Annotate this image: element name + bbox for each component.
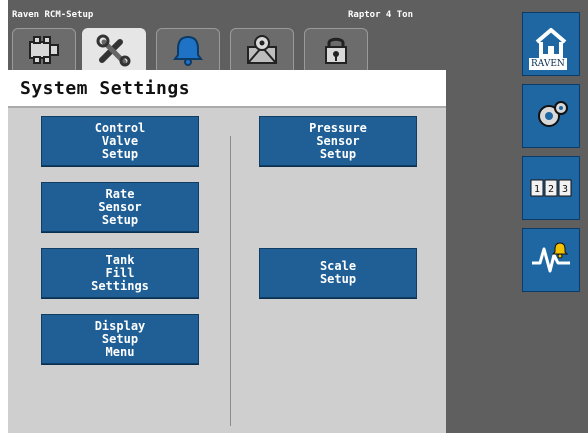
system-settings-panel: System Settings Control Valve Setup Rate… — [8, 70, 446, 433]
field-settings-icon — [247, 34, 277, 64]
lock-icon — [325, 37, 347, 64]
bell-icon — [173, 35, 203, 66]
machine-icon — [29, 35, 59, 64]
display-setup-menu-button[interactable]: Display Setup Menu — [41, 314, 199, 364]
home-button[interactable]: RAVEN — [522, 12, 580, 76]
keypad-button[interactable]: 1 2 3 — [522, 156, 580, 220]
tab-alarms[interactable] — [156, 28, 220, 70]
tank-fill-settings-button[interactable]: Tank Fill Settings — [41, 248, 199, 298]
control-valve-setup-button[interactable]: Control Valve Setup — [41, 116, 199, 166]
keypad-icon: 1 2 3 — [530, 179, 572, 197]
scale-setup-button[interactable]: Scale Setup — [259, 248, 417, 298]
device-screen: Raven RCM-Setup Raptor 4 Ton System Sett… — [0, 0, 588, 433]
app-title: Raven RCM-Setup — [12, 10, 94, 20]
settings-button[interactable] — [522, 84, 580, 148]
pressure-sensor-setup-button[interactable]: Pressure Sensor Setup — [259, 116, 417, 166]
alert-diagnostics-icon — [532, 242, 570, 273]
tools-icon — [96, 34, 131, 66]
page-header: System Settings — [8, 70, 446, 108]
machine-title: Raptor 4 Ton — [348, 10, 414, 20]
raven-logo: RAVEN — [529, 58, 567, 70]
tab-calibration[interactable] — [230, 28, 294, 70]
gear-icon — [538, 101, 568, 127]
svg-text:1: 1 — [534, 184, 540, 195]
tab-tools[interactable] — [82, 28, 146, 72]
title-bar: Raven RCM-Setup Raptor 4 Ton — [8, 8, 446, 22]
rate-sensor-setup-button[interactable]: Rate Sensor Setup — [41, 182, 199, 232]
tab-machine[interactable] — [12, 28, 76, 70]
diagnostics-button[interactable] — [522, 228, 580, 292]
svg-text:3: 3 — [562, 184, 568, 195]
left-bezel — [0, 0, 8, 433]
column-divider — [230, 136, 231, 426]
svg-text:2: 2 — [548, 184, 554, 195]
page-title: System Settings — [20, 78, 191, 99]
tab-security[interactable] — [304, 28, 368, 70]
